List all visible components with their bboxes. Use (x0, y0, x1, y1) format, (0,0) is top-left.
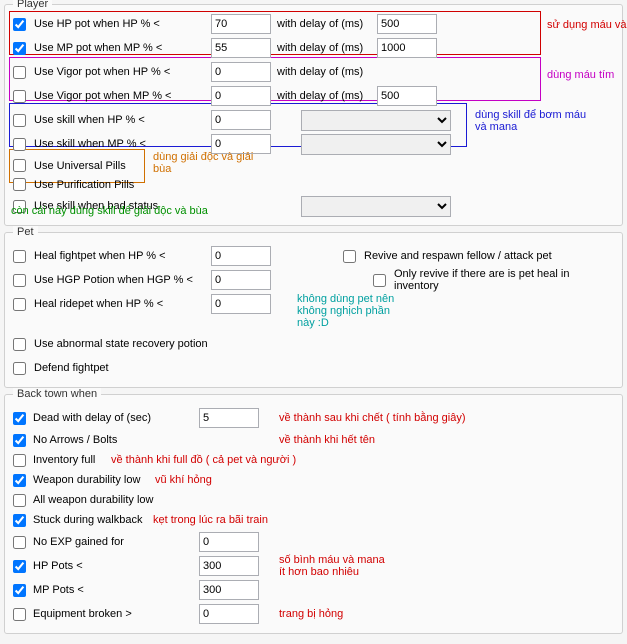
annotation-weapon: vũ khí hỏng (155, 474, 212, 486)
heal-fightpet-checkbox[interactable] (13, 250, 26, 263)
backtown-group: Back town when Dead with delay of (sec) … (4, 394, 623, 634)
hp-pot-value[interactable] (211, 14, 271, 34)
annotation-vigor: dùng máu tím (547, 69, 614, 81)
abnormal-label: Use abnormal state recovery potion (34, 338, 208, 350)
annotation-dead: về thành sau khi chết ( tính bằng giây) (279, 412, 466, 424)
heal-fightpet-value[interactable] (211, 246, 271, 266)
skill-mp-checkbox[interactable] (13, 138, 26, 151)
annotation-pet-note: không dùng pet nên không nghịch phần này… (297, 293, 394, 329)
skill-hp-value[interactable] (211, 110, 271, 130)
defend-fightpet-label: Defend fightpet (34, 362, 109, 374)
pet-group: Pet Heal fightpet when HP % < Revive and… (4, 232, 623, 388)
backtown-group-title: Back town when (13, 388, 101, 400)
heal-ridepet-checkbox[interactable] (13, 298, 26, 311)
annotation-skill: dùng skill để bơm máu và mana (475, 109, 586, 133)
hp-pot-delay[interactable] (377, 14, 437, 34)
mp-pot-checkbox[interactable] (13, 42, 26, 55)
hgp-checkbox[interactable] (13, 274, 26, 287)
no-arrows-checkbox[interactable] (13, 434, 26, 447)
all-weapon-dur-label: All weapon durability low (33, 494, 153, 506)
heal-fightpet-label: Heal fightpet when HP % < (34, 250, 166, 262)
hgp-label: Use HGP Potion when HGP % < (34, 274, 193, 286)
skill-mp-label: Use skill when MP % < (34, 138, 146, 150)
vigor-mp-delay-label: with delay of (ms) (277, 90, 377, 102)
vigor-hp-label: Use Vigor pot when HP % < (34, 66, 170, 78)
univ-pills-checkbox[interactable] (13, 159, 26, 172)
all-weapon-dur-checkbox[interactable] (13, 494, 26, 507)
dead-value[interactable] (199, 408, 259, 428)
weapon-dur-checkbox[interactable] (13, 474, 26, 487)
skill-bad-select[interactable] (301, 196, 451, 217)
vigor-hp-checkbox[interactable] (13, 66, 26, 79)
annotation-equip: trang bị hỏng (279, 608, 343, 620)
hgp-value[interactable] (211, 270, 271, 290)
skill-hp-checkbox[interactable] (13, 114, 26, 127)
mp-pots-label: MP Pots < (33, 584, 84, 596)
equip-broken-checkbox[interactable] (13, 608, 26, 621)
hp-pots-label: HP Pots < (33, 560, 83, 572)
purif-pills-label: Use Purification Pills (34, 179, 134, 191)
abnormal-checkbox[interactable] (13, 338, 26, 351)
revive-fellow-checkbox[interactable] (343, 250, 356, 263)
annotation-stuck: kẹt trong lúc ra bãi train (153, 514, 268, 526)
pet-group-title: Pet (13, 226, 38, 238)
annotation-pots: số bình máu và mana ít hơn bao nhiêu (279, 554, 385, 578)
equip-broken-value[interactable] (199, 604, 259, 624)
univ-pills-label: Use Universal Pills (34, 160, 126, 172)
stuck-checkbox[interactable] (13, 514, 26, 527)
heal-ridepet-label: Heal ridepet when HP % < (34, 298, 163, 310)
skill-hp-select[interactable] (301, 110, 451, 131)
hp-pots-value[interactable] (199, 556, 259, 576)
stuck-label: Stuck during walkback (33, 514, 142, 526)
vigor-mp-label: Use Vigor pot when MP % < (34, 90, 171, 102)
heal-ridepet-value[interactable] (211, 294, 271, 314)
vigor-mp-delay[interactable] (377, 86, 437, 106)
mp-pot-delay[interactable] (377, 38, 437, 58)
mp-pots-checkbox[interactable] (13, 584, 26, 597)
mp-pot-value[interactable] (211, 38, 271, 58)
weapon-dur-label: Weapon durability low (33, 474, 140, 486)
annotation-inv: về thành khi full đồ ( cả pet và người ) (111, 454, 296, 466)
mp-pot-delay-label: with delay of (ms) (277, 42, 377, 54)
skill-mp-select[interactable] (301, 134, 451, 155)
vigor-hp-value[interactable] (211, 62, 271, 82)
hp-pot-label: Use HP pot when HP % < (34, 18, 160, 30)
equip-broken-label: Equipment broken > (33, 608, 132, 620)
no-exp-value[interactable] (199, 532, 259, 552)
dead-checkbox[interactable] (13, 412, 26, 425)
defend-fightpet-checkbox[interactable] (13, 362, 26, 375)
mp-pot-label: Use MP pot when MP % < (34, 42, 162, 54)
annotation-hpmana: sử dụng máu và mana (547, 19, 627, 31)
inv-full-checkbox[interactable] (13, 454, 26, 467)
annotation-arrows: về thành khi hết tên (279, 434, 375, 446)
hp-pot-checkbox[interactable] (13, 18, 26, 31)
hp-pot-delay-label: with delay of (ms) (277, 18, 377, 30)
player-group-title: Player (13, 0, 52, 10)
player-group: Player Use HP pot when HP % < with delay… (4, 4, 623, 226)
no-exp-checkbox[interactable] (13, 536, 26, 549)
dead-label: Dead with delay of (sec) (33, 412, 151, 424)
vigor-mp-value[interactable] (211, 86, 271, 106)
annotation-badskill: còn cái này dùng skill để giải độc và bù… (11, 205, 208, 217)
mp-pots-value[interactable] (199, 580, 259, 600)
hp-pots-checkbox[interactable] (13, 560, 26, 573)
no-arrows-label: No Arrows / Bolts (33, 434, 117, 446)
only-revive-checkbox[interactable] (373, 274, 386, 287)
skill-hp-label: Use skill when HP % < (34, 114, 145, 126)
purif-pills-checkbox[interactable] (13, 178, 26, 191)
no-exp-label: No EXP gained for (33, 536, 124, 548)
inv-full-label: Inventory full (33, 454, 95, 466)
only-revive-label: Only revive if there are is pet heal in … (394, 268, 616, 292)
vigor-mp-checkbox[interactable] (13, 90, 26, 103)
vigor-hp-delay-label: with delay of (ms) (277, 66, 377, 78)
annotation-pills: dùng giải độc và giải bùa (153, 151, 253, 175)
revive-fellow-label: Revive and respawn fellow / attack pet (364, 250, 552, 262)
